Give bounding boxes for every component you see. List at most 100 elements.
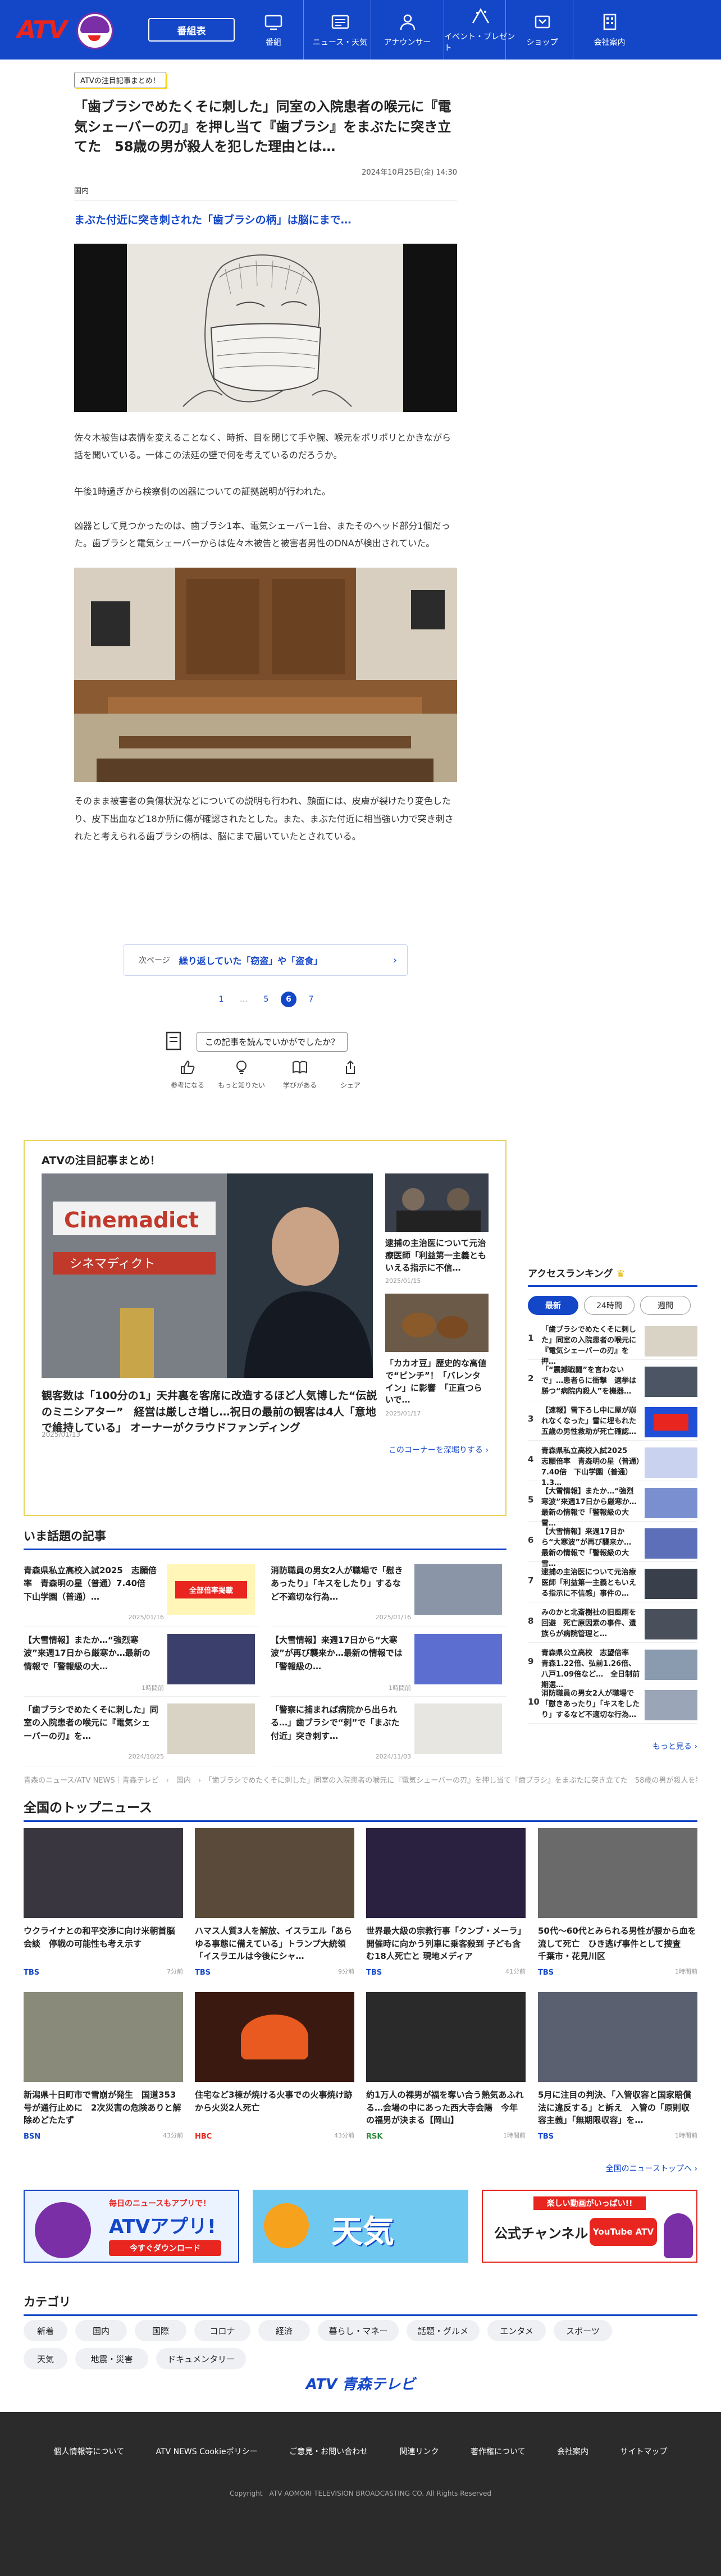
ranking-item[interactable]: 6 【大雪情報】来週17日から“大寒波”が再び襲来か… 最新の情報で「警報級の大雪…	[528, 1525, 697, 1568]
article-subheading: まぶた付近に突き刺された「歯ブラシの柄」は脳にまで…	[74, 213, 352, 226]
top-news-more-link[interactable]: 全国のニューストップへ ›	[562, 2163, 697, 2174]
rank-number: 8	[528, 1616, 534, 1626]
trending-date: 1時間前	[142, 1684, 164, 1692]
top-news-item[interactable]: 約1万人の裸男が福を奪い合う熱気あふれる…会場の中にあった西大寺会陽 今年の福男…	[366, 1992, 526, 2141]
featured-side-item[interactable]: 「カカオ豆」歴史的な高値で“ピンチ”！「バレンタイン」に影響 「正直つらいで… …	[385, 1294, 489, 1417]
ranking-tab-24h[interactable]: 24時間	[584, 1296, 635, 1315]
top-news-item[interactable]: 50代〜60代とみられる男性が腰から血を流して死亡 ひき逃げ事件として捜査 千葉…	[538, 1828, 697, 1977]
rank-title: 【大雪情報】来週17日から“大寒波”が再び襲来か… 最新の情報で「警報級の大雪…	[541, 1528, 639, 1568]
rank-title: 逮捕の主治医について元治療医師「利益第一主義ともいえる指示に不信感」事件の…	[541, 1568, 636, 1598]
reaction-want-more[interactable]: もっと知りたい	[213, 1059, 270, 1090]
footer-links: 個人情報等について ATV NEWS Cookieポリシー ご意見・お問い合わせ…	[0, 2446, 721, 2457]
footer-link[interactable]: ご意見・お問い合わせ	[289, 2446, 368, 2457]
courtroom-photo	[74, 568, 457, 783]
category-chip[interactable]: 経済	[258, 2320, 310, 2341]
top-news-item[interactable]: ウクライナとの和平交渉に向け米朝首脳会談 停戦の可能性も考え示す TBS 7分前	[24, 1828, 183, 1977]
ranking-item[interactable]: 10 消防職員の男女2人が職場で「慰きあったり」「キスをしたり」するなど不適切な行…	[528, 1687, 697, 1724]
share-button[interactable]: シェア	[322, 1059, 378, 1090]
category-chip[interactable]: 国内	[75, 2320, 127, 2341]
weather-banner[interactable]: 天気	[253, 2190, 468, 2263]
trending-image-caption: 全部倍率掲載	[175, 1581, 247, 1598]
article-date: 2024年10月25日(金) 14:30	[362, 168, 457, 177]
category-chip[interactable]: 話題・グルメ	[407, 2320, 480, 2341]
youtube-banner[interactable]: 楽しい動画がいっぱい!! 公式チャンネル YouTube ATV	[482, 2190, 697, 2263]
top-news-item[interactable]: 5月に注目の判決、「入管収容と国家賠償法に違反する」と訴え 入管の「原則収容主義…	[538, 1992, 697, 2141]
page-6-current[interactable]: 6	[281, 992, 296, 1007]
featured-more-link[interactable]: このコーナーを深堀りする ›	[389, 1444, 489, 1455]
top-news-image	[24, 1828, 183, 1918]
ranking-item[interactable]: 8 みのかと北斎樹社の旧風雨を回避 死亡原因素の事件、遺族らが病院管理と…	[528, 1606, 697, 1643]
breadcrumb[interactable]: 青森のニュース/ATV NEWS｜青森テレビ › 国内 › 「歯ブラシでめたくそ…	[24, 1775, 697, 1787]
ranking-item[interactable]: 9 青森県公立高校 志望倍率 青森1.22倍、弘前1.26倍、八戸1.09倍など……	[528, 1646, 697, 1689]
reaction-helpful[interactable]: 参考になる	[159, 1059, 216, 1090]
trending-item[interactable]: 「警察に捕まれば病院から出られる…」歯ブラシで“刺”で「まぶた付近」突き刺す… …	[271, 1700, 506, 1766]
top-news-image	[538, 1992, 697, 2082]
category-chip[interactable]: スポーツ	[554, 2320, 612, 2341]
app-download-button: 今すぐダウンロード	[109, 2240, 221, 2256]
shop-icon	[535, 15, 550, 29]
article-category[interactable]: 国内	[74, 185, 457, 200]
program-guide-button[interactable]: 番組表	[148, 18, 235, 42]
featured-main-title[interactable]: 観客数は「100分の1」天井裏を客席に改造するほど人気博した“伝説のミニシアター…	[42, 1388, 378, 1436]
footer-link[interactable]: サイトマップ	[620, 2446, 668, 2457]
featured-side-image	[385, 1294, 489, 1352]
trending-item[interactable]: 青森県私立高校入試2025 志願倍率 青森明の星（普通）7.40倍 下山学園（普…	[24, 1561, 259, 1627]
page-1[interactable]: 1	[213, 992, 229, 1007]
page-7[interactable]: 7	[303, 992, 319, 1007]
top-news-source: RSK	[366, 2132, 383, 2141]
category-chip[interactable]: 暮らし・マネー	[318, 2320, 399, 2341]
ranking-more-link[interactable]: もっと見る ›	[528, 1741, 697, 1752]
nav-announcer[interactable]: アナウンサー	[371, 0, 444, 60]
category-chip[interactable]: 国際	[135, 2320, 186, 2341]
category-chip[interactable]: 地震・災害	[75, 2348, 148, 2369]
footer-link[interactable]: 会社案内	[557, 2446, 588, 2457]
app-banner[interactable]: 毎日のニュースもアプリで！ ATVアプリ! 今すぐダウンロード	[24, 2190, 239, 2263]
ranking-tab-weekly[interactable]: 週間	[640, 1296, 691, 1315]
trending-item[interactable]: 【大雪情報】またか…“強烈寒波”来週17日から厳寒か…最新の情報で「警報級の大……	[24, 1630, 259, 1697]
featured-side-item[interactable]: 逮捕の主治医について元治療医師「利益第一主義ともいえる指示に不信… 2025/0…	[385, 1173, 489, 1285]
reaction-learning[interactable]: 学びがある	[272, 1059, 328, 1090]
top-news-item[interactable]: ハマス人質3人を解放、イスラエル「あらゆる事態に備えている」トランプ大統領「イス…	[195, 1828, 354, 1977]
top-news-item[interactable]: 住宅など3棟が焼ける火事での火事焼け跡から火災2人死亡 HBC 43分前	[195, 1992, 354, 2141]
footer-logo[interactable]: ATV 青森テレビ	[292, 2373, 429, 2395]
ranking-item[interactable]: 2 「“震撼戦闘”を言わないで」…患者らに衝撃 選挙は勝つ“病院内殺人”を機器…	[528, 1363, 697, 1400]
footer-link[interactable]: 関連リンク	[400, 2446, 439, 2457]
category-chip[interactable]: 新着	[24, 2320, 67, 2341]
top-news-item[interactable]: 新潟県十日町市で雪崩が発生 国道353号が通行止めに 2次災害の危険ありと解除め…	[24, 1992, 183, 2141]
nav-company[interactable]: 会社案内	[573, 0, 646, 60]
category-chip[interactable]: 天気	[24, 2348, 67, 2369]
featured-side-date: 2025/01/15	[385, 1277, 421, 1285]
category-chip[interactable]: エンタメ	[487, 2320, 546, 2341]
featured-main-image[interactable]: Cinemadict シネマディクト	[42, 1173, 373, 1378]
nav-shop[interactable]: ショップ	[505, 0, 578, 60]
footer-link[interactable]: ATV NEWS Cookieポリシー	[156, 2446, 258, 2457]
ranking-item[interactable]: 3 【速報】雪下ろし中に屋が崩れなくなった」雪に埋もれた五歳の男性救助が死亡確認…	[528, 1404, 697, 1441]
event-icon	[472, 8, 489, 24]
rank-number: 4	[528, 1454, 534, 1464]
ranking-item[interactable]: 1 「歯ブラシでめたくそに刺した」同室の入院患者の喉元に『電気シェーバーの刃』を押…	[528, 1323, 697, 1366]
category-chip[interactable]: コロナ	[194, 2320, 250, 2341]
ranking-item[interactable]: 4 青森県私立高校入試2025 志願倍率 青森明の星（普通）7.40倍 下山学園（…	[528, 1444, 697, 1487]
footer-link[interactable]: 個人情報等について	[54, 2446, 125, 2457]
footer-link[interactable]: 著作権について	[471, 2446, 526, 2457]
article-tag[interactable]: ATVの注目記事まとめ！	[74, 72, 166, 88]
nav-news-weather[interactable]: ニュース・天気	[303, 0, 376, 60]
nav-program[interactable]: 番組	[237, 0, 310, 60]
trending-item[interactable]: 消防職員の男女2人が職場で「慰きあったり」「キスをしたり」するなど不適切な行為……	[271, 1561, 506, 1627]
rank-thumbnail	[645, 1528, 697, 1559]
top-news-image	[538, 1828, 697, 1918]
next-page-link[interactable]: 次ページ 繰り返していた「窃盗」や「盗食」 ›	[124, 944, 408, 976]
category-chip[interactable]: ドキュメンタリー	[156, 2348, 246, 2369]
ranking-item[interactable]: 5 【大雪情報】またか…“強烈寒波”来週17日から厳寒か…最新の情報で「警報級の大…	[528, 1485, 697, 1528]
top-news-image	[366, 1992, 526, 2082]
ranking-item[interactable]: 7 逮捕の主治医について元治療医師「利益第一主義ともいえる指示に不信感」事件の…	[528, 1565, 697, 1602]
trending-item[interactable]: 「歯ブラシでめたくそに刺した」同室の入院患者の喉元に『電気シェーバーの刃』を… …	[24, 1700, 259, 1766]
chevron-right-icon: ›	[393, 954, 397, 966]
trending-item[interactable]: 【大雪情報】来週17日から“大寒波”が再び襲来か…最新の情報では「警報級の… 1…	[271, 1630, 506, 1697]
top-news-item[interactable]: 世界最大級の宗教行事「クンブ・メーラ」開催時に向かう列車に乗客殺到 子ども含む1…	[366, 1828, 526, 1977]
ranking-tab-latest[interactable]: 最新	[528, 1296, 578, 1315]
site-logo[interactable]: ATV	[17, 12, 118, 52]
nav-label: ニュース・天気	[312, 38, 368, 47]
top-news-source: TBS	[195, 1968, 211, 1977]
page-5[interactable]: 5	[258, 992, 274, 1007]
